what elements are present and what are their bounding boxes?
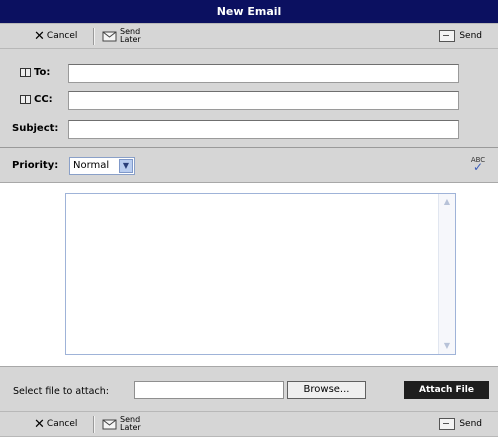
clock-envelope-icon <box>102 419 117 430</box>
address-book-icon <box>20 95 31 104</box>
cancel-label: Cancel <box>46 31 78 41</box>
toolbar-divider <box>93 28 95 45</box>
to-row: To: <box>0 63 498 87</box>
send-label: Send <box>459 31 482 41</box>
top-toolbar: ✕ Cancel Send Later Send <box>0 23 498 49</box>
scroll-down-icon[interactable]: ▼ <box>440 339 454 353</box>
cancel-button[interactable]: ✕ Cancel <box>34 24 77 48</box>
send-later-button[interactable]: Send Later <box>102 412 141 436</box>
send-later-line2: Later <box>120 35 141 44</box>
send-label: Send <box>459 419 482 429</box>
cancel-button[interactable]: ✕ Cancel <box>34 412 77 436</box>
cancel-label: Cancel <box>46 419 78 429</box>
priority-label: Priority: <box>12 160 59 171</box>
send-button[interactable]: Send <box>439 24 482 48</box>
header-fields: To: CC: Subject: <box>0 49 498 148</box>
vertical-scrollbar[interactable]: ▲ ▼ <box>438 194 455 354</box>
envelope-icon <box>439 418 456 430</box>
toolbar-divider <box>93 416 95 433</box>
bottom-toolbar: ✕ Cancel Send Later Send <box>0 411 498 437</box>
spell-check-icon[interactable]: ABC ✓ <box>470 156 486 173</box>
subject-field[interactable] <box>68 120 459 139</box>
attach-file-button[interactable]: Attach File <box>404 381 489 399</box>
address-book-icon <box>20 68 31 77</box>
message-body[interactable] <box>66 194 438 354</box>
scroll-up-icon[interactable]: ▲ <box>440 195 454 209</box>
priority-select[interactable]: Normal ▼ <box>69 157 135 175</box>
window-title: New Email <box>0 0 498 23</box>
attach-file-input[interactable] <box>134 381 284 399</box>
close-icon: ✕ <box>34 28 45 44</box>
priority-row: Priority: Normal ▼ ABC ✓ <box>0 148 498 183</box>
browse-button[interactable]: Browse... <box>287 381 366 399</box>
subject-label: Subject: <box>12 123 59 134</box>
attachment-row: Select file to attach: Browse... Attach … <box>0 366 498 411</box>
message-box: ▲ ▼ <box>65 193 456 355</box>
cc-row: CC: <box>0 90 498 114</box>
envelope-icon <box>439 30 456 42</box>
send-button[interactable]: Send <box>439 412 482 436</box>
attach-label: Select file to attach: <box>13 386 109 397</box>
message-area: ▲ ▼ <box>0 183 498 366</box>
cc-field[interactable] <box>68 91 459 110</box>
to-label[interactable]: To: <box>20 67 50 78</box>
priority-value: Normal <box>73 160 110 171</box>
close-icon: ✕ <box>34 416 45 432</box>
subject-row: Subject: <box>0 119 498 143</box>
clock-envelope-icon <box>102 31 117 42</box>
cc-label[interactable]: CC: <box>20 94 53 105</box>
to-field[interactable] <box>68 64 459 83</box>
chevron-down-icon[interactable]: ▼ <box>119 159 133 173</box>
send-later-line2: Later <box>120 423 141 432</box>
send-later-button[interactable]: Send Later <box>102 24 141 48</box>
